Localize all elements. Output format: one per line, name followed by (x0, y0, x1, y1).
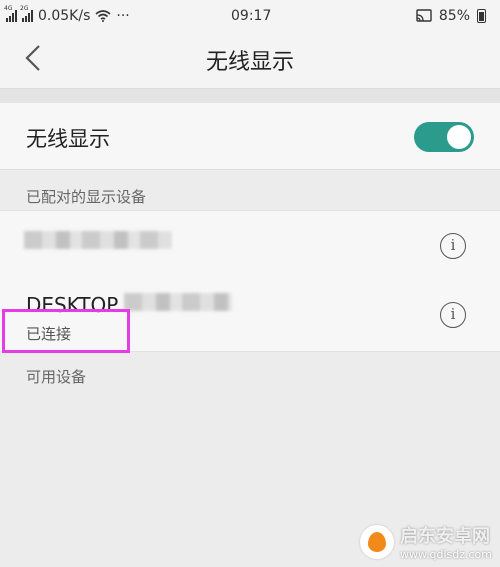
highlight-annotation (2, 309, 130, 353)
wireless-display-toggle[interactable] (414, 122, 474, 152)
watermark-name: 启东安卓网 (400, 526, 490, 547)
page-title: 无线显示 (205, 50, 294, 75)
redacted-device-name-suffix (124, 293, 232, 311)
divider (0, 89, 500, 103)
toggle-knob (447, 125, 471, 149)
watermark-url: www.qdlsdz.com (400, 548, 492, 561)
status-left: 4G 2G 0.05K/s ··· (4, 5, 130, 24)
status-bar: 4G 2G 0.05K/s ··· 09:17 85% (0, 0, 500, 32)
network-speed: 0.05K/s (38, 8, 91, 24)
signal-icon: 4G (4, 5, 17, 22)
watermark-logo-icon (360, 524, 394, 559)
cast-icon (416, 9, 432, 22)
watermark-text: 启东安卓网 www.qdlsdz.com (400, 522, 492, 561)
header: 无线显示 (0, 32, 500, 89)
more-notifications-icon: ··· (116, 8, 130, 24)
signal-type-label: 4G (4, 5, 13, 12)
signal-icon-2: 2G (20, 5, 33, 22)
paired-device-row[interactable]: i (0, 210, 500, 282)
wireless-display-label: 无线显示 (26, 127, 110, 151)
paired-devices-header: 已配对的显示设备 (26, 188, 147, 206)
wireless-display-row[interactable]: 无线显示 (0, 103, 500, 170)
battery-icon (477, 9, 486, 23)
info-icon[interactable]: i (440, 233, 466, 259)
status-right: 85% (416, 8, 486, 24)
redacted-device-name (24, 231, 172, 249)
available-devices-header: 可用设备 (26, 368, 87, 386)
signal-type-label-2: 2G (20, 5, 29, 12)
battery-percent: 85% (438, 8, 470, 24)
status-time: 09:17 (231, 8, 272, 24)
info-icon[interactable]: i (440, 302, 466, 328)
watermark: 启东安卓网 www.qdlsdz.com (360, 522, 492, 561)
wifi-icon (95, 10, 111, 22)
